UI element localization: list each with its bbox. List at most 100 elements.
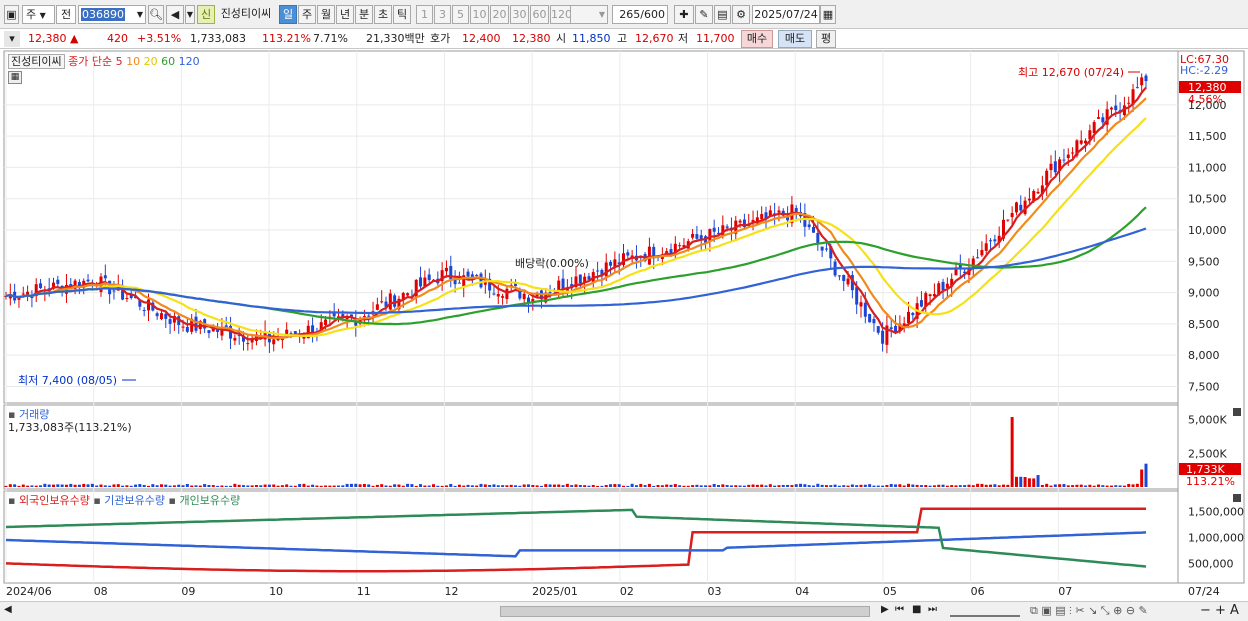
bar-count-input[interactable]: 265/600 [612,5,668,24]
volume-bar [116,484,120,487]
x-axis-label: 2024/06 [6,585,52,598]
volume-bar [203,484,207,487]
candle-body [928,294,932,297]
interval-button[interactable]: 30 [510,5,529,24]
period-button[interactable]: 월 [317,5,335,24]
volume-bar [315,485,319,487]
scrollbar-thumb[interactable] [500,606,870,617]
period-mode-button[interactable]: 전 [56,5,76,24]
interval-button[interactable]: 120 [550,5,572,24]
volume-bar [1010,417,1014,487]
holding-panel-close-icon[interactable] [1233,494,1241,502]
trade-amount: 21,330백만 [366,32,425,45]
volume-bar [695,484,699,487]
high-label: 고 [617,32,628,45]
stop-icon[interactable]: ■ [912,604,921,615]
custom-interval-input[interactable]: ▼ [570,5,608,24]
volume-bar [747,484,751,487]
zoom-in-out-icons[interactable]: − + A [1200,603,1239,618]
volume-bar [198,485,202,487]
volume-bar [267,484,271,487]
candle-body [980,249,984,256]
period-button[interactable]: 틱 [393,5,411,24]
volume-bar [30,485,34,487]
eval-button[interactable]: 평 [816,30,836,48]
buy-button[interactable]: 매수 [741,30,773,48]
tool-icons[interactable]: ⧉ ▣ ▤ ⫶ ✂ ↘ ⤡ ⊕ ⊖ ✎ [1030,604,1148,618]
volume-bar [764,485,768,487]
fast-forward-icon[interactable]: ⏭ [928,604,937,615]
candle-body [492,293,496,295]
rewind-icon[interactable]: ⏮ [895,604,904,615]
price-panel-frame [3,50,1179,404]
chart-svg[interactable]: 12,00011,50011,00010,50010,0009,5009,000… [0,49,1248,601]
period-button[interactable]: 분 [355,5,373,24]
price-y-label: 11,500 [1188,130,1227,143]
candle-body [125,297,129,299]
volume-bar [1092,485,1096,487]
quote-menu-icon[interactable]: ▾ [4,31,20,47]
volume-bar [630,483,634,487]
interval-button[interactable]: 60 [530,5,549,24]
up-arrow-icon: ▲ [70,32,79,45]
market-select[interactable]: 주 ▼ [22,5,55,24]
candle-body [1127,102,1131,104]
volume-bar [721,484,725,487]
holding-y-label: 1,000,000 [1188,531,1244,544]
volume-value: 1,733,083 [190,32,246,45]
calendar-icon[interactable]: ▦ [820,5,836,24]
candle-body [155,313,159,317]
period-button[interactable]: 초 [374,5,392,24]
scroll-left-icon[interactable]: ◀ [4,604,12,615]
sound-dropdown-icon[interactable]: ▼ [185,5,195,24]
event-annotation: 배당락(0.00%) [515,257,589,270]
ask-price: 12,400 [462,32,501,45]
low-label: 저 [678,32,689,45]
interval-button[interactable]: 20 [490,5,509,24]
period-button[interactable]: 년 [336,5,354,24]
window-menu-icon[interactable]: ▣ [4,5,19,24]
volume-bar [643,485,647,487]
volume-bar [77,484,81,487]
volume-bar [34,485,38,487]
legend-stock-name[interactable]: 진성티이씨 [8,54,65,69]
volume-bar [384,485,388,487]
date-input[interactable]: 2025/07/24 [752,5,820,24]
chart-area[interactable]: 12,000 11,500 11,000 10,500 10,000 9,500 9,000… [0,49,1248,601]
x-axis-label: 10 [269,585,283,598]
sell-button[interactable]: 매도 [778,30,812,48]
table-icon[interactable]: ▦ [8,71,22,84]
candle-body [678,245,682,247]
x-axis-label: 09 [181,585,195,598]
search-icon[interactable]: 🔍︎ [148,5,164,24]
scroll-right-icon[interactable]: ▶ [881,604,889,615]
drawing-tool-icon[interactable]: ✎ [695,5,713,24]
volume-bar [4,485,8,487]
x-axis-label: 12 [444,585,458,598]
volume-bar [945,485,949,487]
stock-code-input[interactable]: 036890 ▼ [78,5,146,24]
zoom-slider[interactable] [950,605,1020,617]
candle-body [863,302,867,317]
gear-icon[interactable]: ⚙ [732,5,750,24]
interval-button[interactable]: 5 [452,5,469,24]
volume-bar [980,483,984,487]
interval-button[interactable]: 1 [416,5,433,24]
interval-button[interactable]: 10 [470,5,489,24]
sound-icon[interactable]: ◀ [166,5,184,24]
period-button[interactable]: 주 [298,5,316,24]
save-icon[interactable]: ▤ [714,5,731,24]
legend-institution: 기관보유수량 [104,494,166,507]
volume-panel-close-icon[interactable] [1233,408,1241,416]
volume-bar [587,485,591,487]
volume-bar [557,484,561,487]
candle-body [596,270,600,272]
volume-bar [470,485,474,487]
price-y-label: 9,000 [1188,287,1220,300]
interval-button[interactable]: 3 [434,5,451,24]
period-button[interactable]: 일 [279,5,297,24]
candle-body [1019,204,1023,211]
volume-bar [293,485,297,487]
crosshair-icon[interactable]: ✚ [674,5,694,24]
volume-bar [332,485,336,487]
